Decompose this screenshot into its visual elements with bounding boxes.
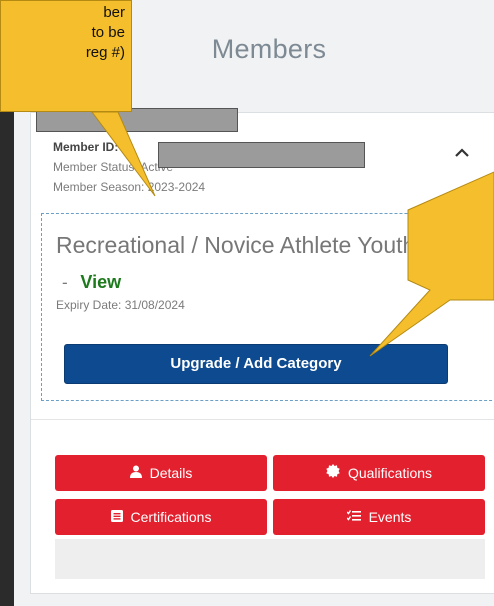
- qualifications-label: Qualifications: [347, 465, 433, 481]
- events-button[interactable]: Events: [273, 499, 485, 535]
- chevron-up-icon[interactable]: [449, 139, 475, 165]
- details-button[interactable]: Details: [55, 455, 267, 491]
- annotation-line: to be: [91, 24, 125, 41]
- view-line: - View: [62, 272, 121, 293]
- badge-icon: [326, 455, 340, 491]
- chevron-up-svg: [455, 148, 469, 157]
- qualifications-button[interactable]: Qualifications: [273, 455, 485, 491]
- badge-svg: [326, 464, 340, 478]
- redaction-block: [158, 142, 365, 168]
- user-svg: [129, 465, 142, 478]
- list-svg: [346, 510, 361, 521]
- upgrade-add-category-button[interactable]: Upgrade / Add Category: [64, 344, 448, 384]
- annotation-line: reg #): [85, 44, 125, 61]
- events-label: Events: [368, 509, 412, 525]
- divider: [31, 419, 494, 420]
- view-dash: -: [62, 273, 68, 292]
- annotation-line: ber: [103, 4, 125, 21]
- list-icon: [346, 499, 361, 535]
- certifications-button[interactable]: Certifications: [55, 499, 267, 535]
- category-name: Recreational / Novice Athlete Youth: [56, 232, 416, 258]
- certifications-label: Certifications: [130, 509, 212, 525]
- member-card: Member ID: 1 Member Status: Active Membe…: [30, 112, 494, 594]
- category-box: Recreational / Novice Athlete Youth - Vi…: [41, 213, 494, 401]
- certificate-icon: [110, 499, 123, 535]
- card-footer: [55, 539, 485, 579]
- certificate-svg: [110, 510, 123, 522]
- expiry-date: Expiry Date: 31/08/2024: [56, 298, 185, 312]
- details-label: Details: [149, 465, 193, 481]
- user-icon: [129, 455, 142, 491]
- view-link[interactable]: View: [80, 272, 121, 292]
- member-season: Member Season: 2023-2024: [53, 180, 206, 194]
- annotation-note: ber to be reg #): [0, 0, 132, 112]
